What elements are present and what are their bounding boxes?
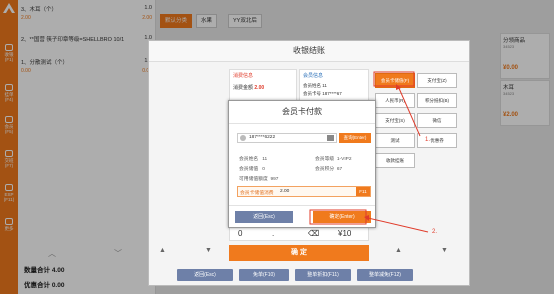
- highlight-box: [309, 209, 367, 225]
- arrow-2: [367, 217, 429, 233]
- annotation-2: 2.: [432, 229, 438, 235]
- annotation-arrows: [309, 71, 429, 233]
- arrow-1: [397, 85, 421, 137]
- arrowhead-1: [396, 84, 401, 90]
- highlight-box: [373, 71, 415, 87]
